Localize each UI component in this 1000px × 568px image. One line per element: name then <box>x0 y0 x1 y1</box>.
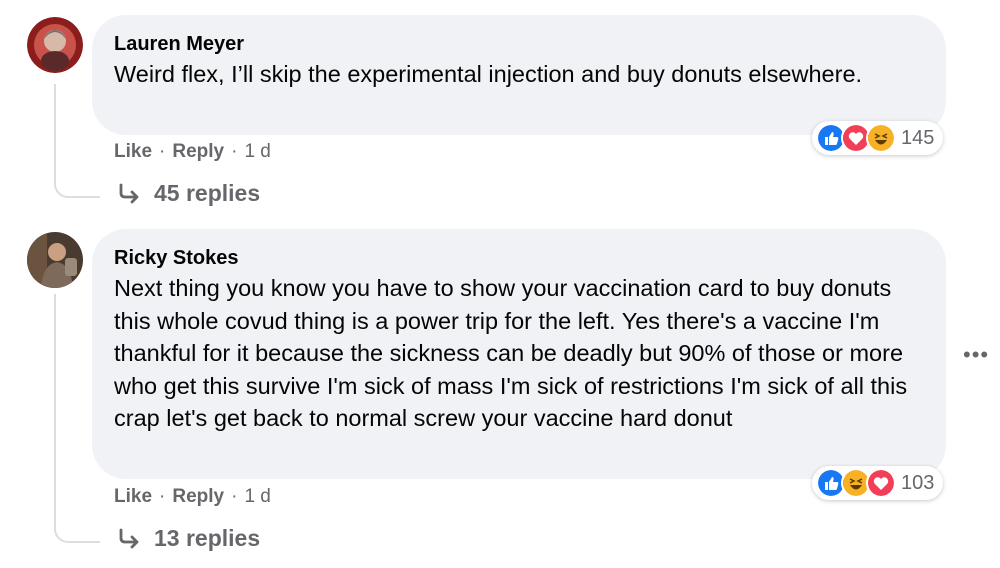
comment-bubble: Lauren Meyer Weird flex, I’ll skip the e… <box>92 15 946 135</box>
reactions-summary[interactable]: 103 <box>812 466 943 500</box>
view-replies-button[interactable]: 45 replies <box>118 180 260 207</box>
separator: · <box>231 486 238 507</box>
reply-arrow-icon <box>119 183 139 203</box>
separator: · <box>159 486 166 507</box>
comment-bubble: Ricky Stokes Next thing you know you hav… <box>92 229 946 479</box>
like-button[interactable]: Like <box>114 141 152 163</box>
comment-author[interactable]: Lauren Meyer <box>114 32 922 56</box>
reply-arrow-icon <box>119 528 139 548</box>
reaction-count: 103 <box>901 471 935 494</box>
separator: · <box>159 141 166 162</box>
like-button[interactable]: Like <box>114 486 152 508</box>
replies-count: 13 replies <box>154 525 261 551</box>
view-replies-button[interactable]: 13 replies <box>118 525 260 552</box>
avatar[interactable] <box>27 232 83 288</box>
comment-actions: Like · Reply · 1 d <box>114 141 271 163</box>
avatar[interactable] <box>27 17 83 73</box>
more-options-button[interactable]: ••• <box>963 342 989 368</box>
love-icon <box>866 468 896 498</box>
haha-icon <box>866 123 896 153</box>
timestamp[interactable]: 1 d <box>244 486 270 508</box>
comment-text: Weird flex, I’ll skip the experimental i… <box>114 61 863 87</box>
reply-button[interactable]: Reply <box>172 141 224 163</box>
comment-actions: Like · Reply · 1 d <box>114 486 271 508</box>
reaction-count: 145 <box>901 126 935 149</box>
comment-text: Next thing you know you have to show you… <box>114 275 908 431</box>
reply-button[interactable]: Reply <box>172 486 224 508</box>
reactions-summary[interactable]: 145 <box>812 121 943 155</box>
comment-author[interactable]: Ricky Stokes <box>114 246 922 270</box>
replies-count: 45 replies <box>154 180 261 206</box>
separator: · <box>231 141 238 162</box>
timestamp[interactable]: 1 d <box>244 141 270 163</box>
